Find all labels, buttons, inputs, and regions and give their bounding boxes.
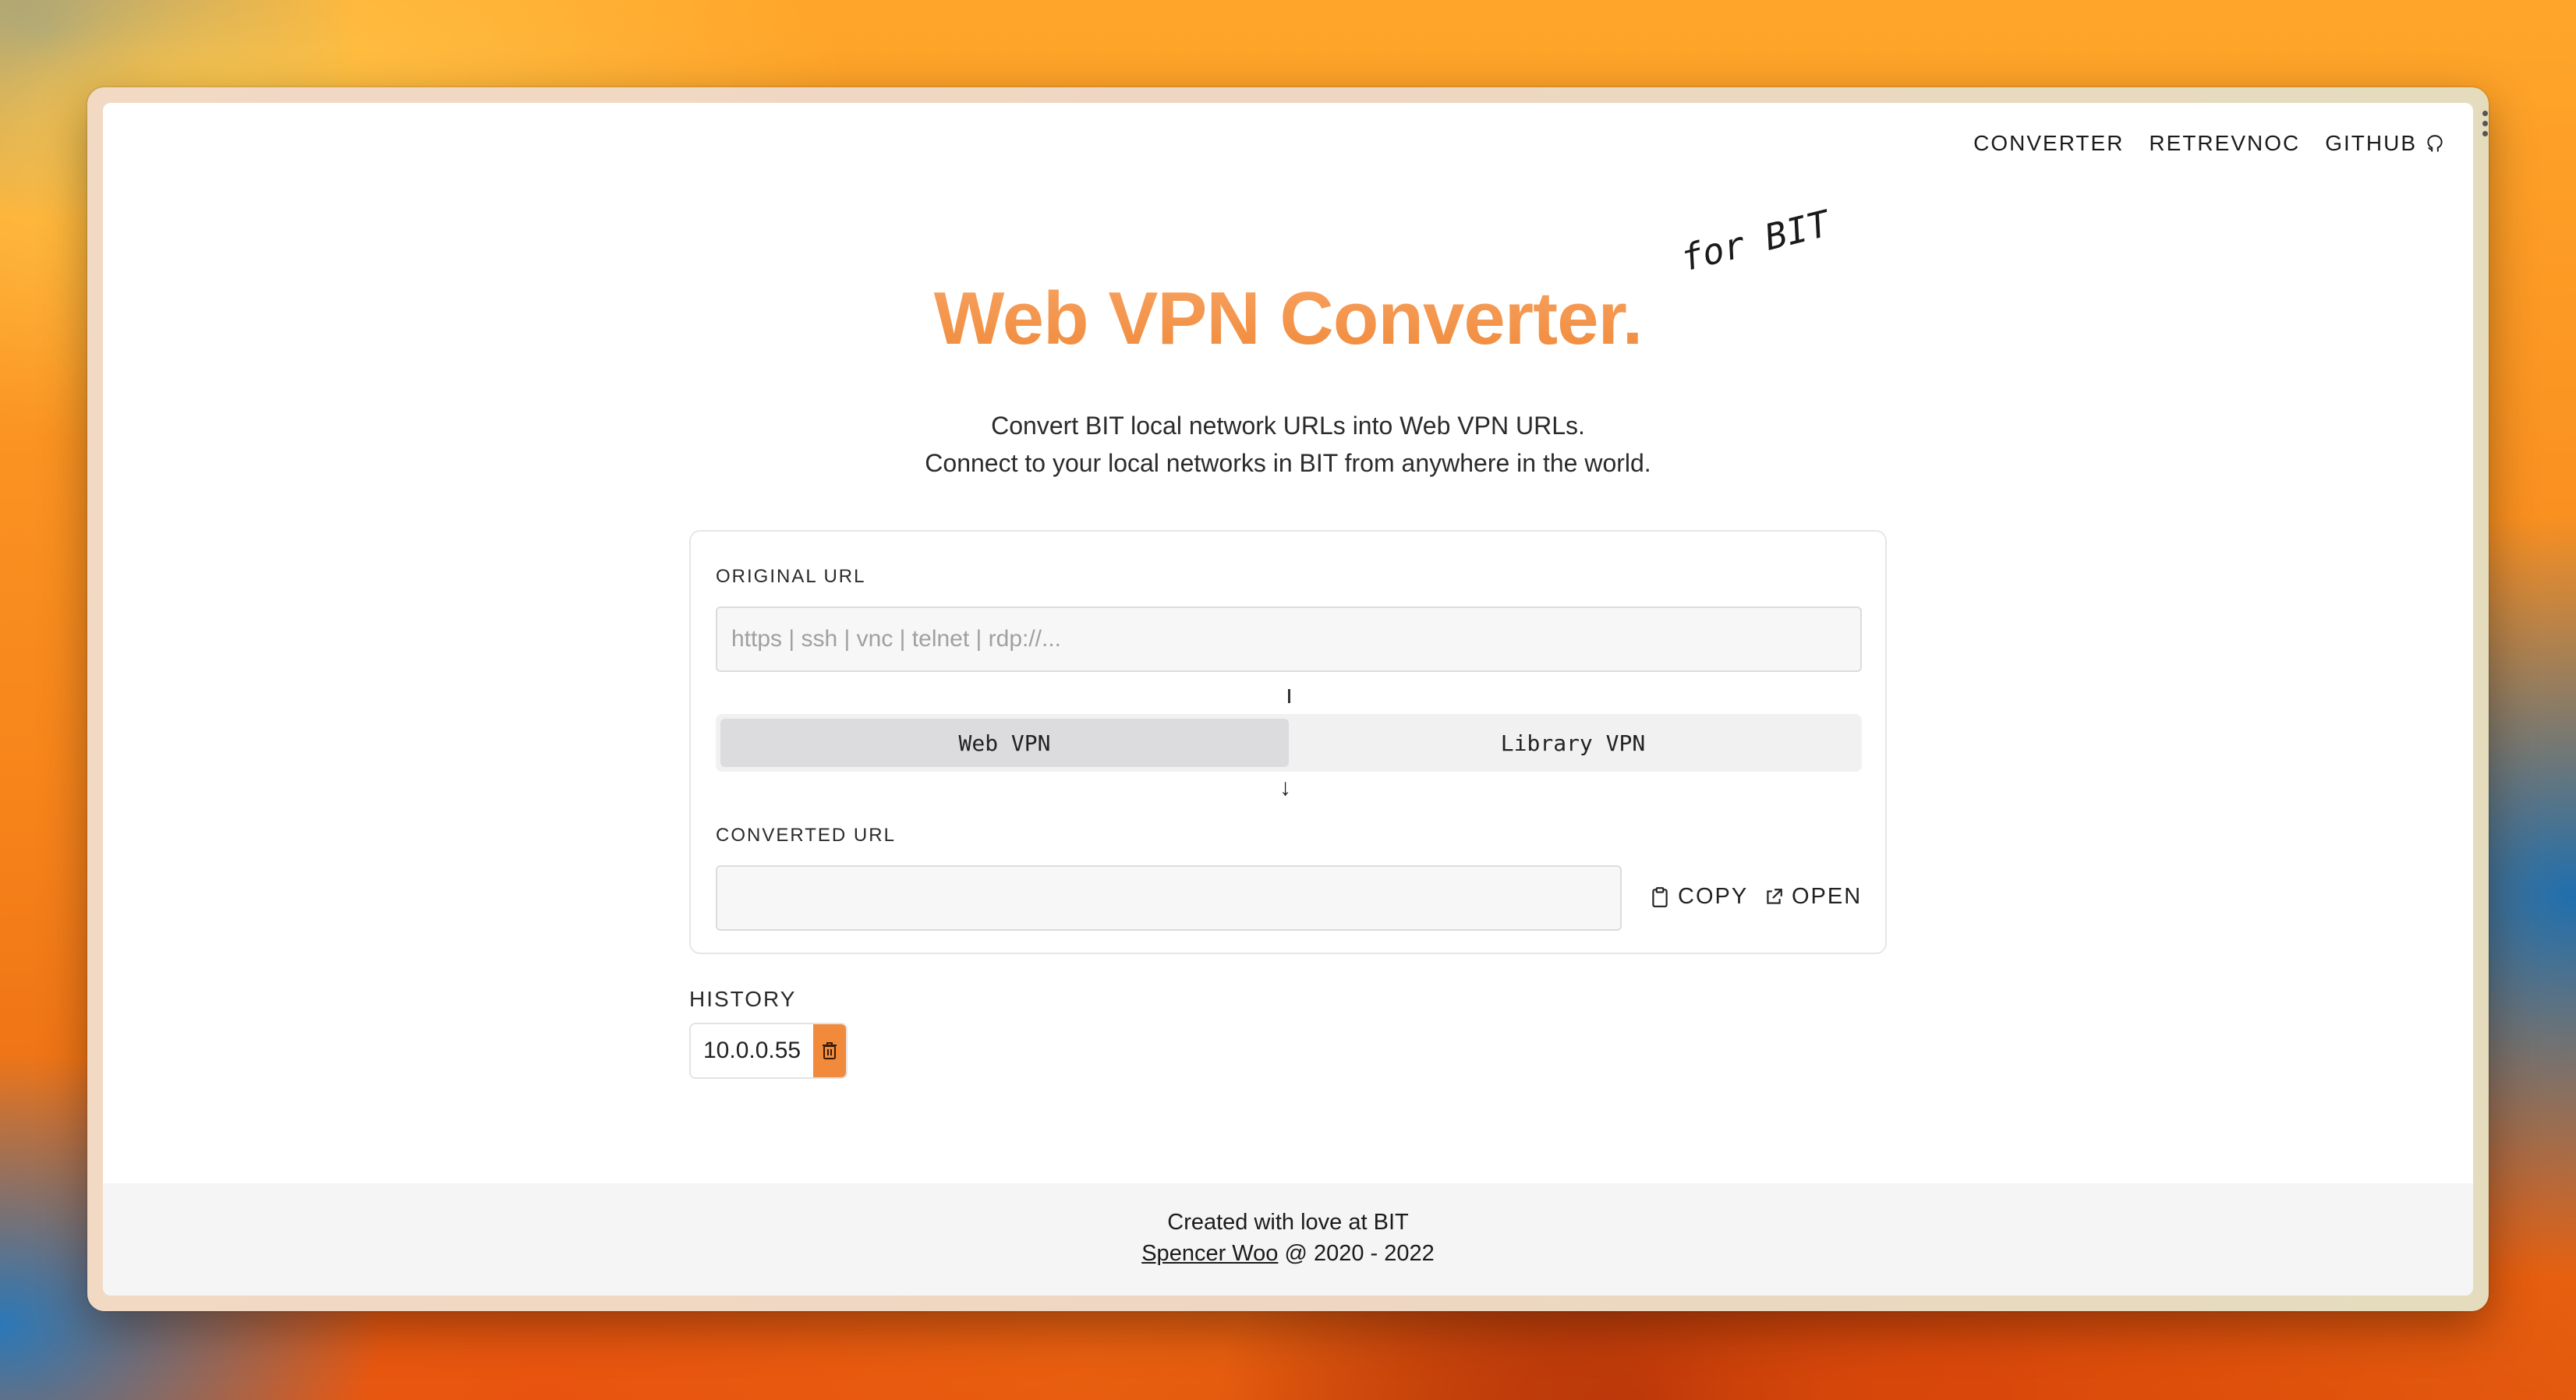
author-link[interactable]: Spencer Woo xyxy=(1141,1241,1278,1266)
copy-button[interactable]: COPY xyxy=(1650,884,1748,910)
converter-card: ORIGINAL URL Web VPN Library VPN ↓ CONVE… xyxy=(689,530,1887,954)
page-title: Web VPN Converter. xyxy=(103,276,2473,362)
footer: Created with love at BIT Spencer Woo @ 2… xyxy=(103,1183,2473,1296)
history-item: 10.0.0.55 xyxy=(689,1023,848,1079)
mode-web-vpn[interactable]: Web VPN xyxy=(720,719,1289,767)
divider-tick xyxy=(1288,689,1290,703)
subtitle-line-1: Convert BIT local network URLs into Web … xyxy=(991,412,1585,440)
trash-icon xyxy=(823,1042,837,1059)
clipboard-icon xyxy=(1652,886,1668,907)
external-link-icon xyxy=(1767,888,1782,904)
window-menu-icon[interactable] xyxy=(2482,111,2490,136)
open-label: OPEN xyxy=(1792,884,1863,909)
original-url-input[interactable] xyxy=(716,606,1862,672)
original-url-label: ORIGINAL URL xyxy=(716,566,866,587)
open-button[interactable]: OPEN xyxy=(1764,884,1862,910)
arrow-down-icon: ↓ xyxy=(1279,775,1291,801)
top-nav: CONVERTER RETREVNOC GITHUB xyxy=(1973,131,2445,156)
converted-url-label: CONVERTED URL xyxy=(716,825,896,846)
history-item-value[interactable]: 10.0.0.55 xyxy=(691,1024,814,1077)
page: CONVERTER RETREVNOC GITHUB for BIT Web V… xyxy=(103,103,2473,1296)
mode-toggle: Web VPN Library VPN xyxy=(716,714,1862,772)
subtitle: Convert BIT local network URLs into Web … xyxy=(103,407,2473,482)
github-icon xyxy=(2427,135,2443,152)
mode-library-vpn[interactable]: Library VPN xyxy=(1289,719,1857,767)
nav-retrevnoc[interactable]: RETREVNOC xyxy=(2149,131,2300,156)
nav-converter[interactable]: CONVERTER xyxy=(1973,131,2124,156)
subtitle-line-2: Connect to your local networks in BIT fr… xyxy=(925,449,1651,477)
footer-copyright: Spencer Woo @ 2020 - 2022 xyxy=(103,1238,2473,1269)
history-delete-button[interactable] xyxy=(813,1024,847,1077)
converted-url-field[interactable] xyxy=(716,865,1622,931)
nav-github[interactable]: GITHUB xyxy=(2325,131,2445,156)
hero-badge: for BIT xyxy=(1676,202,1834,280)
browser-window: CONVERTER RETREVNOC GITHUB for BIT Web V… xyxy=(87,87,2489,1311)
footer-credit: Created with love at BIT xyxy=(1167,1210,1409,1235)
history-label: HISTORY xyxy=(689,987,797,1011)
copy-label: COPY xyxy=(1678,884,1749,909)
footer-years: @ 2020 - 2022 xyxy=(1284,1241,1435,1266)
nav-github-label: GITHUB xyxy=(2325,131,2417,155)
